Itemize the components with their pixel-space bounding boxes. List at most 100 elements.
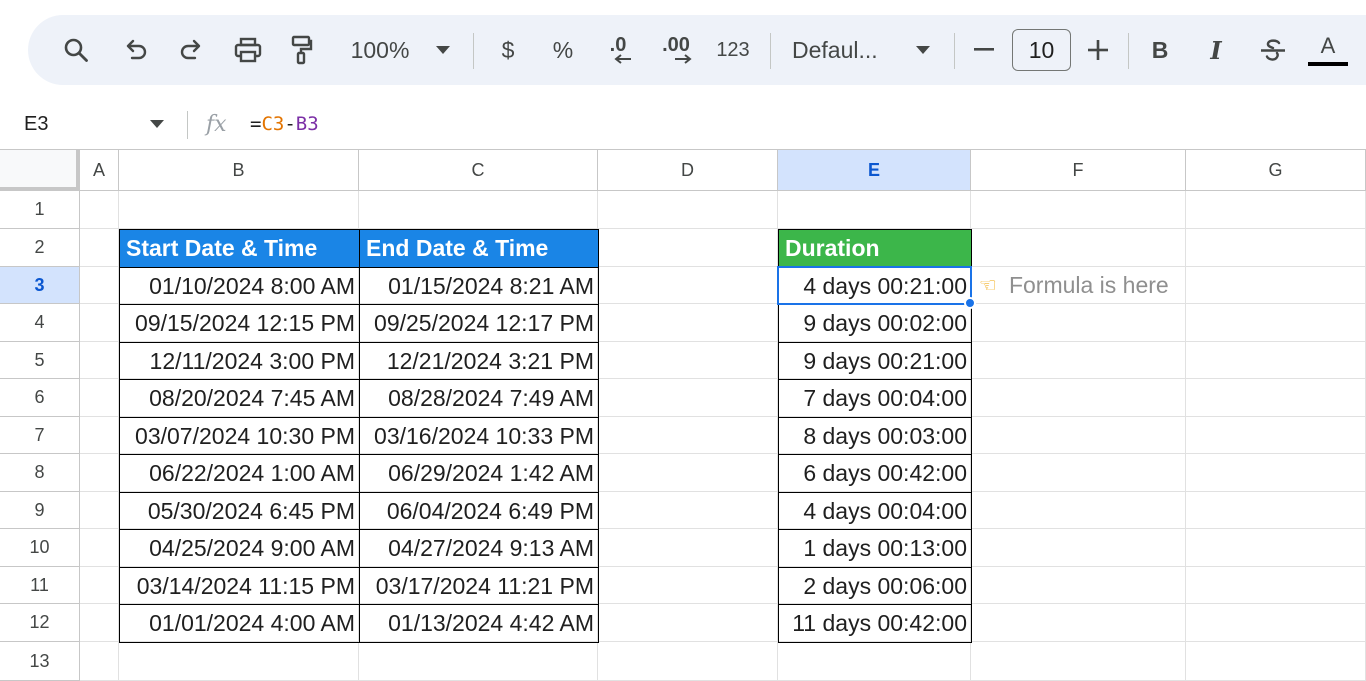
cell[interactable]	[971, 417, 1186, 454]
cell[interactable]	[80, 567, 119, 604]
column-header-a[interactable]: A	[80, 150, 119, 191]
end-datetime-cell[interactable]: 09/25/2024 12:17 PM	[359, 304, 599, 343]
cell[interactable]	[80, 417, 119, 454]
font-size-input[interactable]: 10	[1012, 29, 1071, 71]
cell[interactable]	[119, 642, 359, 681]
start-datetime-cell[interactable]: 06/22/2024 1:00 AM	[119, 454, 360, 493]
cell[interactable]	[971, 342, 1186, 379]
row-header-2[interactable]: 2	[0, 229, 80, 267]
header-duration[interactable]: Duration	[778, 229, 972, 268]
cell[interactable]	[598, 191, 778, 229]
font-family-select[interactable]: Defaul...	[792, 15, 892, 85]
duration-cell[interactable]: 4 days 00:21:00	[778, 267, 972, 305]
select-all-corner[interactable]	[0, 150, 80, 191]
name-box-dropdown-button[interactable]	[150, 98, 164, 150]
cell[interactable]	[80, 229, 119, 267]
cell[interactable]	[971, 191, 1186, 229]
cell[interactable]	[80, 454, 119, 492]
cell[interactable]	[598, 267, 778, 304]
cell[interactable]	[80, 642, 119, 681]
duration-cell[interactable]: 9 days 00:02:00	[778, 304, 972, 343]
text-color-button[interactable]: A	[1308, 15, 1348, 85]
duration-cell[interactable]: 11 days 00:42:00	[778, 604, 972, 643]
bold-button[interactable]: B	[1144, 15, 1176, 85]
cell[interactable]	[359, 191, 598, 229]
column-header-d[interactable]: D	[598, 150, 778, 191]
cell[interactable]	[1186, 492, 1366, 529]
cell[interactable]	[598, 567, 778, 604]
cell[interactable]	[1186, 191, 1366, 229]
font-dropdown-button[interactable]	[912, 15, 934, 85]
cell[interactable]	[971, 304, 1186, 342]
cell[interactable]	[80, 304, 119, 342]
row-header-1[interactable]: 1	[0, 191, 80, 229]
end-datetime-cell[interactable]: 03/17/2024 11:21 PM	[359, 567, 599, 605]
cell[interactable]	[119, 191, 359, 229]
end-datetime-cell[interactable]: 12/21/2024 3:21 PM	[359, 342, 599, 380]
cell[interactable]	[598, 417, 778, 454]
row-header-10[interactable]: 10	[0, 529, 80, 567]
zoom-dropdown-button[interactable]	[432, 15, 454, 85]
start-datetime-cell[interactable]: 05/30/2024 6:45 PM	[119, 492, 360, 530]
cell[interactable]	[971, 492, 1186, 529]
duration-cell[interactable]: 8 days 00:03:00	[778, 417, 972, 455]
row-header-7[interactable]: 7	[0, 417, 80, 454]
cell[interactable]	[598, 379, 778, 417]
cell[interactable]	[80, 604, 119, 642]
cell[interactable]	[598, 342, 778, 379]
percent-format-button[interactable]: %	[548, 15, 578, 85]
cell[interactable]	[1186, 567, 1366, 604]
cell[interactable]	[359, 642, 598, 681]
cell[interactable]	[778, 191, 971, 229]
start-datetime-cell[interactable]: 01/10/2024 8:00 AM	[119, 267, 360, 305]
end-datetime-cell[interactable]: 08/28/2024 7:49 AM	[359, 379, 599, 418]
print-button[interactable]	[228, 15, 268, 85]
column-header-g[interactable]: G	[1186, 150, 1366, 191]
duration-cell[interactable]: 4 days 00:04:00	[778, 492, 972, 530]
row-header-12[interactable]: 12	[0, 604, 80, 642]
column-header-e[interactable]: E	[778, 150, 971, 191]
duration-cell[interactable]: 2 days 00:06:00	[778, 567, 972, 605]
duration-cell[interactable]: 9 days 00:21:00	[778, 342, 972, 380]
search-menus-button[interactable]	[58, 15, 94, 85]
cell[interactable]	[598, 642, 778, 681]
cell[interactable]	[598, 454, 778, 492]
duration-cell[interactable]: 1 days 00:13:00	[778, 529, 972, 568]
start-datetime-cell[interactable]: 12/11/2024 3:00 PM	[119, 342, 360, 380]
end-datetime-cell[interactable]: 03/16/2024 10:33 PM	[359, 417, 599, 455]
cell[interactable]	[1186, 454, 1366, 492]
column-header-b[interactable]: B	[119, 150, 359, 191]
row-header-8[interactable]: 8	[0, 454, 80, 492]
row-header-9[interactable]: 9	[0, 492, 80, 529]
cell[interactable]	[598, 492, 778, 529]
decrease-decimal-button[interactable]: .0	[600, 15, 636, 85]
cell[interactable]	[1186, 604, 1366, 642]
strikethrough-button[interactable]	[1256, 15, 1290, 85]
redo-button[interactable]	[173, 15, 209, 85]
more-formats-button[interactable]: 123	[712, 15, 754, 85]
cell[interactable]	[598, 604, 778, 642]
fill-handle[interactable]	[964, 297, 976, 309]
start-datetime-cell[interactable]: 03/14/2024 11:15 PM	[119, 567, 360, 605]
cell[interactable]	[1186, 379, 1366, 417]
cell[interactable]	[1186, 267, 1366, 304]
cell[interactable]	[971, 604, 1186, 642]
cell[interactable]	[971, 229, 1186, 267]
formula-input[interactable]: = C3- B3	[250, 98, 319, 150]
cell[interactable]	[1186, 229, 1366, 267]
row-header-4[interactable]: 4	[0, 304, 80, 342]
cell[interactable]	[1186, 304, 1366, 342]
cell[interactable]	[80, 191, 119, 229]
currency-format-button[interactable]: $	[494, 15, 522, 85]
cell[interactable]	[1186, 342, 1366, 379]
decrease-font-size-button[interactable]	[970, 15, 998, 85]
cell[interactable]	[80, 492, 119, 529]
row-header-13[interactable]: 13	[0, 642, 80, 681]
cell[interactable]	[598, 229, 778, 267]
duration-cell[interactable]: 6 days 00:42:00	[778, 454, 972, 493]
name-box[interactable]: E3	[24, 98, 48, 150]
increase-font-size-button[interactable]	[1084, 15, 1112, 85]
paint-format-button[interactable]	[283, 15, 319, 85]
row-header-11[interactable]: 11	[0, 567, 80, 604]
start-datetime-cell[interactable]: 03/07/2024 10:30 PM	[119, 417, 360, 455]
